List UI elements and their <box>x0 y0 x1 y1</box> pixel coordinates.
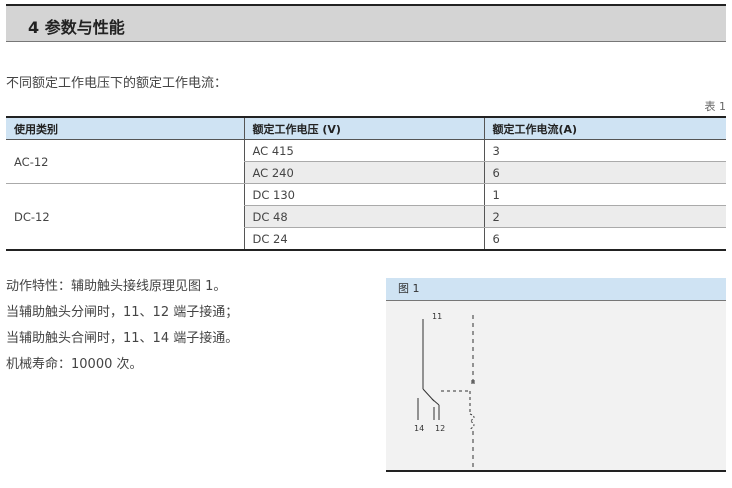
current-cell: 2 <box>483 205 726 228</box>
figure-title: 图 1 <box>386 278 726 301</box>
voltage-cell: AC 415 <box>243 139 484 162</box>
spring-icon <box>468 413 475 430</box>
section-header: 4 参数与性能 <box>6 4 726 42</box>
header-voltage: 额定工作电压 (V) <box>243 117 484 140</box>
intro-text: 不同额定工作电压下的额定工作电流： <box>6 76 228 91</box>
table-row: AC-12 AC 415 3 <box>6 139 726 184</box>
feature-line: 当辅助触头合闸时，11、14 端子接通。 <box>6 331 239 346</box>
terminal-label-14: 14 <box>414 424 424 433</box>
figure-1: 图 1 11 14 12 <box>386 278 726 472</box>
current-cell: 6 <box>483 227 726 251</box>
category-cell: AC-12 <box>6 139 244 184</box>
category-cell: DC-12 <box>6 183 244 251</box>
current-cell: 3 <box>483 139 726 162</box>
contact-diagram: 11 14 12 <box>414 312 475 467</box>
feature-line: 机械寿命：10000 次。 <box>6 357 143 372</box>
features-list: 动作特性：辅助触头接线原理见图 1。 当辅助触头分闸时，11、12 端子接通； … <box>6 274 238 378</box>
table-row: DC-12 DC 130 1 <box>6 183 726 251</box>
header-current: 额定工作电流(A) <box>483 117 726 140</box>
table-caption: 表 1 <box>704 100 727 113</box>
contact-tip <box>431 398 440 406</box>
current-cell: 6 <box>483 161 726 184</box>
terminal-label-11: 11 <box>432 312 442 321</box>
current-cell: 1 <box>483 183 726 206</box>
section-title: 4 参数与性能 <box>28 18 125 37</box>
voltage-cell: AC 240 <box>243 161 484 184</box>
spec-table: 使用类别 额定工作电压 (V) 额定工作电流(A) AC-12 AC 415 3… <box>6 116 726 251</box>
header-category: 使用类别 <box>6 117 244 140</box>
feature-line: 动作特性：辅助触头接线原理见图 1。 <box>6 279 227 294</box>
voltage-cell: DC 24 <box>243 227 484 251</box>
voltage-cell: DC 130 <box>243 183 484 206</box>
terminal-label-12: 12 <box>435 424 445 433</box>
feature-line: 当辅助触头分闸时，11、12 端子接通； <box>6 305 239 320</box>
voltage-cell: DC 48 <box>243 205 484 228</box>
table-header-row: 使用类别 额定工作电压 (V) 额定工作电流(A) <box>6 117 726 140</box>
